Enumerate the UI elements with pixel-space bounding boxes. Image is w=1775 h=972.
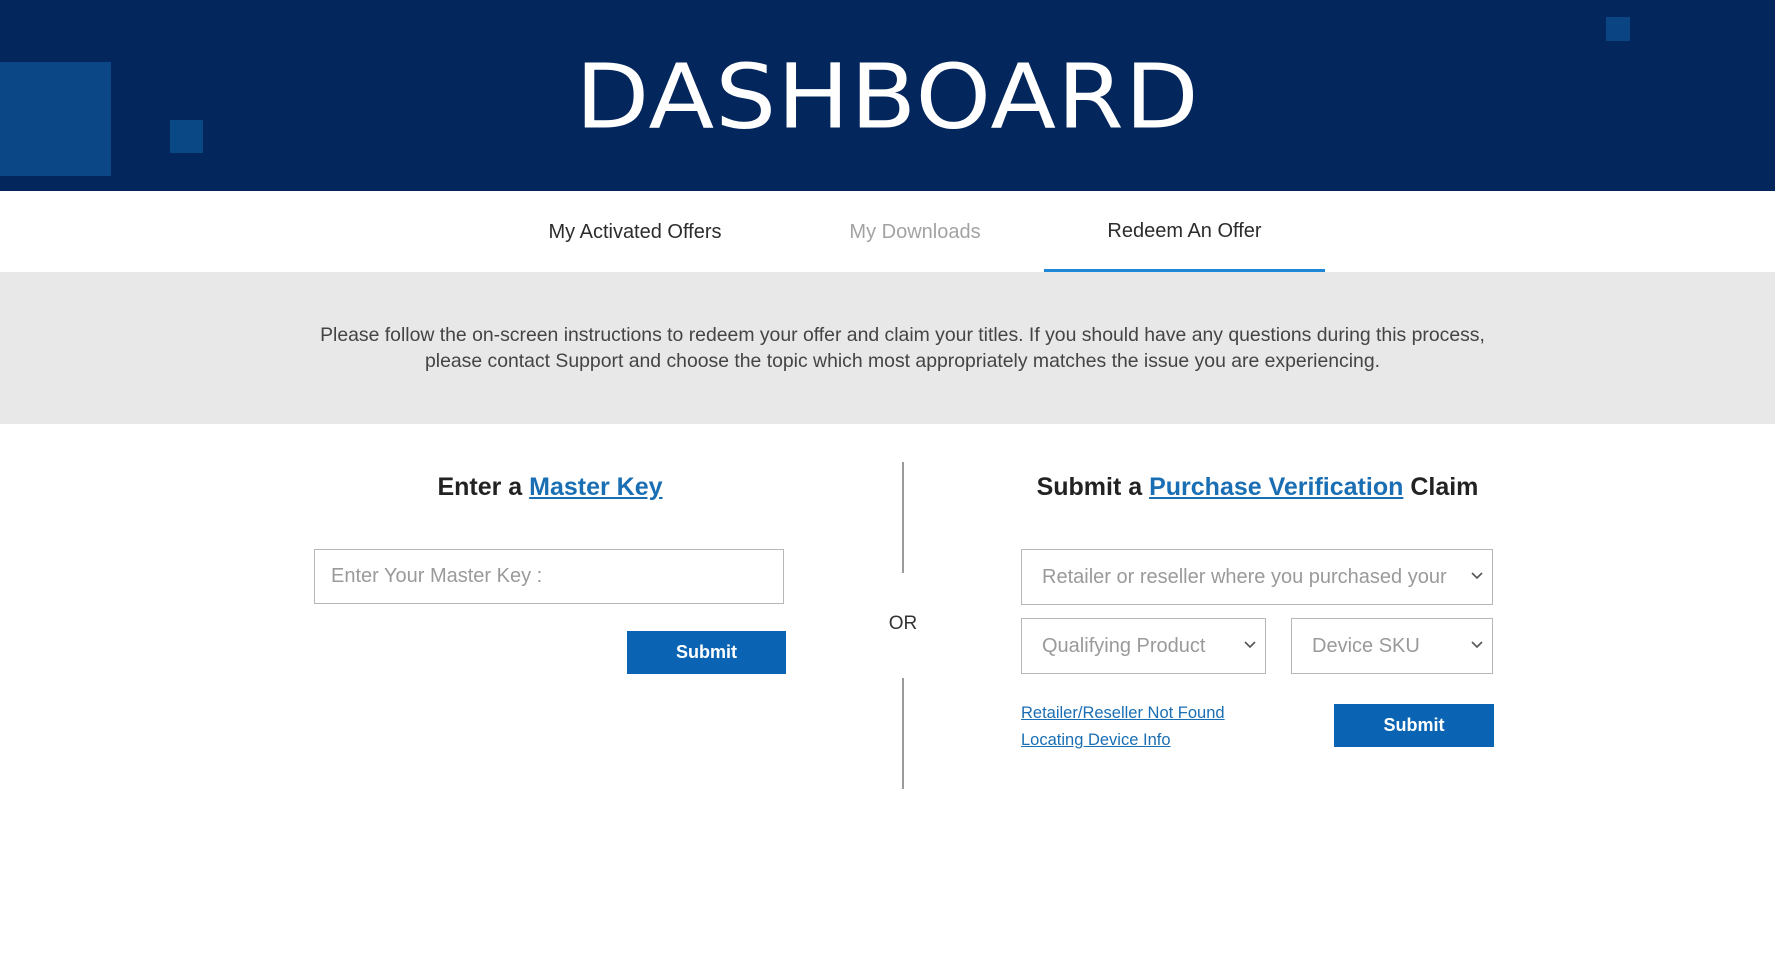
master-key-submit-button[interactable]: Submit: [627, 631, 786, 674]
divider-line-top: [902, 462, 904, 573]
tab-my-downloads[interactable]: My Downloads: [800, 191, 1030, 272]
retailer-select-value: Retailer or reseller where you purchased…: [1042, 566, 1447, 588]
help-links: Retailer/Reseller Not Found Locating Dev…: [1021, 700, 1225, 754]
page-title: DASHBOARD: [575, 44, 1200, 150]
device-sku-select[interactable]: Device SKU: [1291, 618, 1493, 674]
purchase-verification-submit-button[interactable]: Submit: [1334, 704, 1494, 747]
tab-bar: My Activated Offers My Downloads Redeem …: [0, 191, 1775, 272]
purchase-verification-link[interactable]: Purchase Verification: [1149, 473, 1403, 501]
device-sku-select-value: Device SKU: [1312, 635, 1420, 657]
retailer-not-found-link[interactable]: Retailer/Reseller Not Found: [1021, 700, 1225, 727]
master-key-section: Enter a Master Key Submit: [314, 462, 786, 674]
divider-line-bottom: [902, 678, 904, 789]
instructions-banner: Please follow the on-screen instructions…: [0, 272, 1775, 424]
tab-my-activated-offers[interactable]: My Activated Offers: [520, 191, 750, 272]
instructions-text: Please follow the on-screen instructions…: [320, 324, 1485, 372]
qualifying-product-select-value: Qualifying Product: [1042, 635, 1206, 657]
or-label: OR: [888, 613, 918, 634]
master-key-heading: Enter a Master Key: [314, 462, 786, 512]
locating-device-info-link[interactable]: Locating Device Info: [1021, 727, 1225, 754]
qualifying-product-select[interactable]: Qualifying Product: [1021, 618, 1266, 674]
dashboard-header: DASHBOARD: [0, 0, 1775, 191]
retailer-select[interactable]: Retailer or reseller where you purchased…: [1021, 549, 1493, 605]
purchase-verification-heading-suffix: Claim: [1403, 473, 1479, 501]
purchase-verification-section: Submit a Purchase Verification Claim Ret…: [1021, 462, 1494, 749]
master-key-input[interactable]: [314, 549, 784, 604]
tab-redeem-an-offer[interactable]: Redeem An Offer: [1044, 191, 1325, 272]
decorative-square: [1606, 17, 1630, 41]
master-key-link[interactable]: Master Key: [529, 473, 662, 501]
chevron-down-icon: [1470, 619, 1484, 673]
chevron-down-icon: [1470, 550, 1484, 604]
master-key-heading-prefix: Enter a: [437, 473, 530, 501]
chevron-down-icon: [1243, 619, 1257, 673]
purchase-verification-heading: Submit a Purchase Verification Claim: [1021, 462, 1494, 512]
purchase-verification-heading-prefix: Submit a: [1036, 473, 1150, 501]
